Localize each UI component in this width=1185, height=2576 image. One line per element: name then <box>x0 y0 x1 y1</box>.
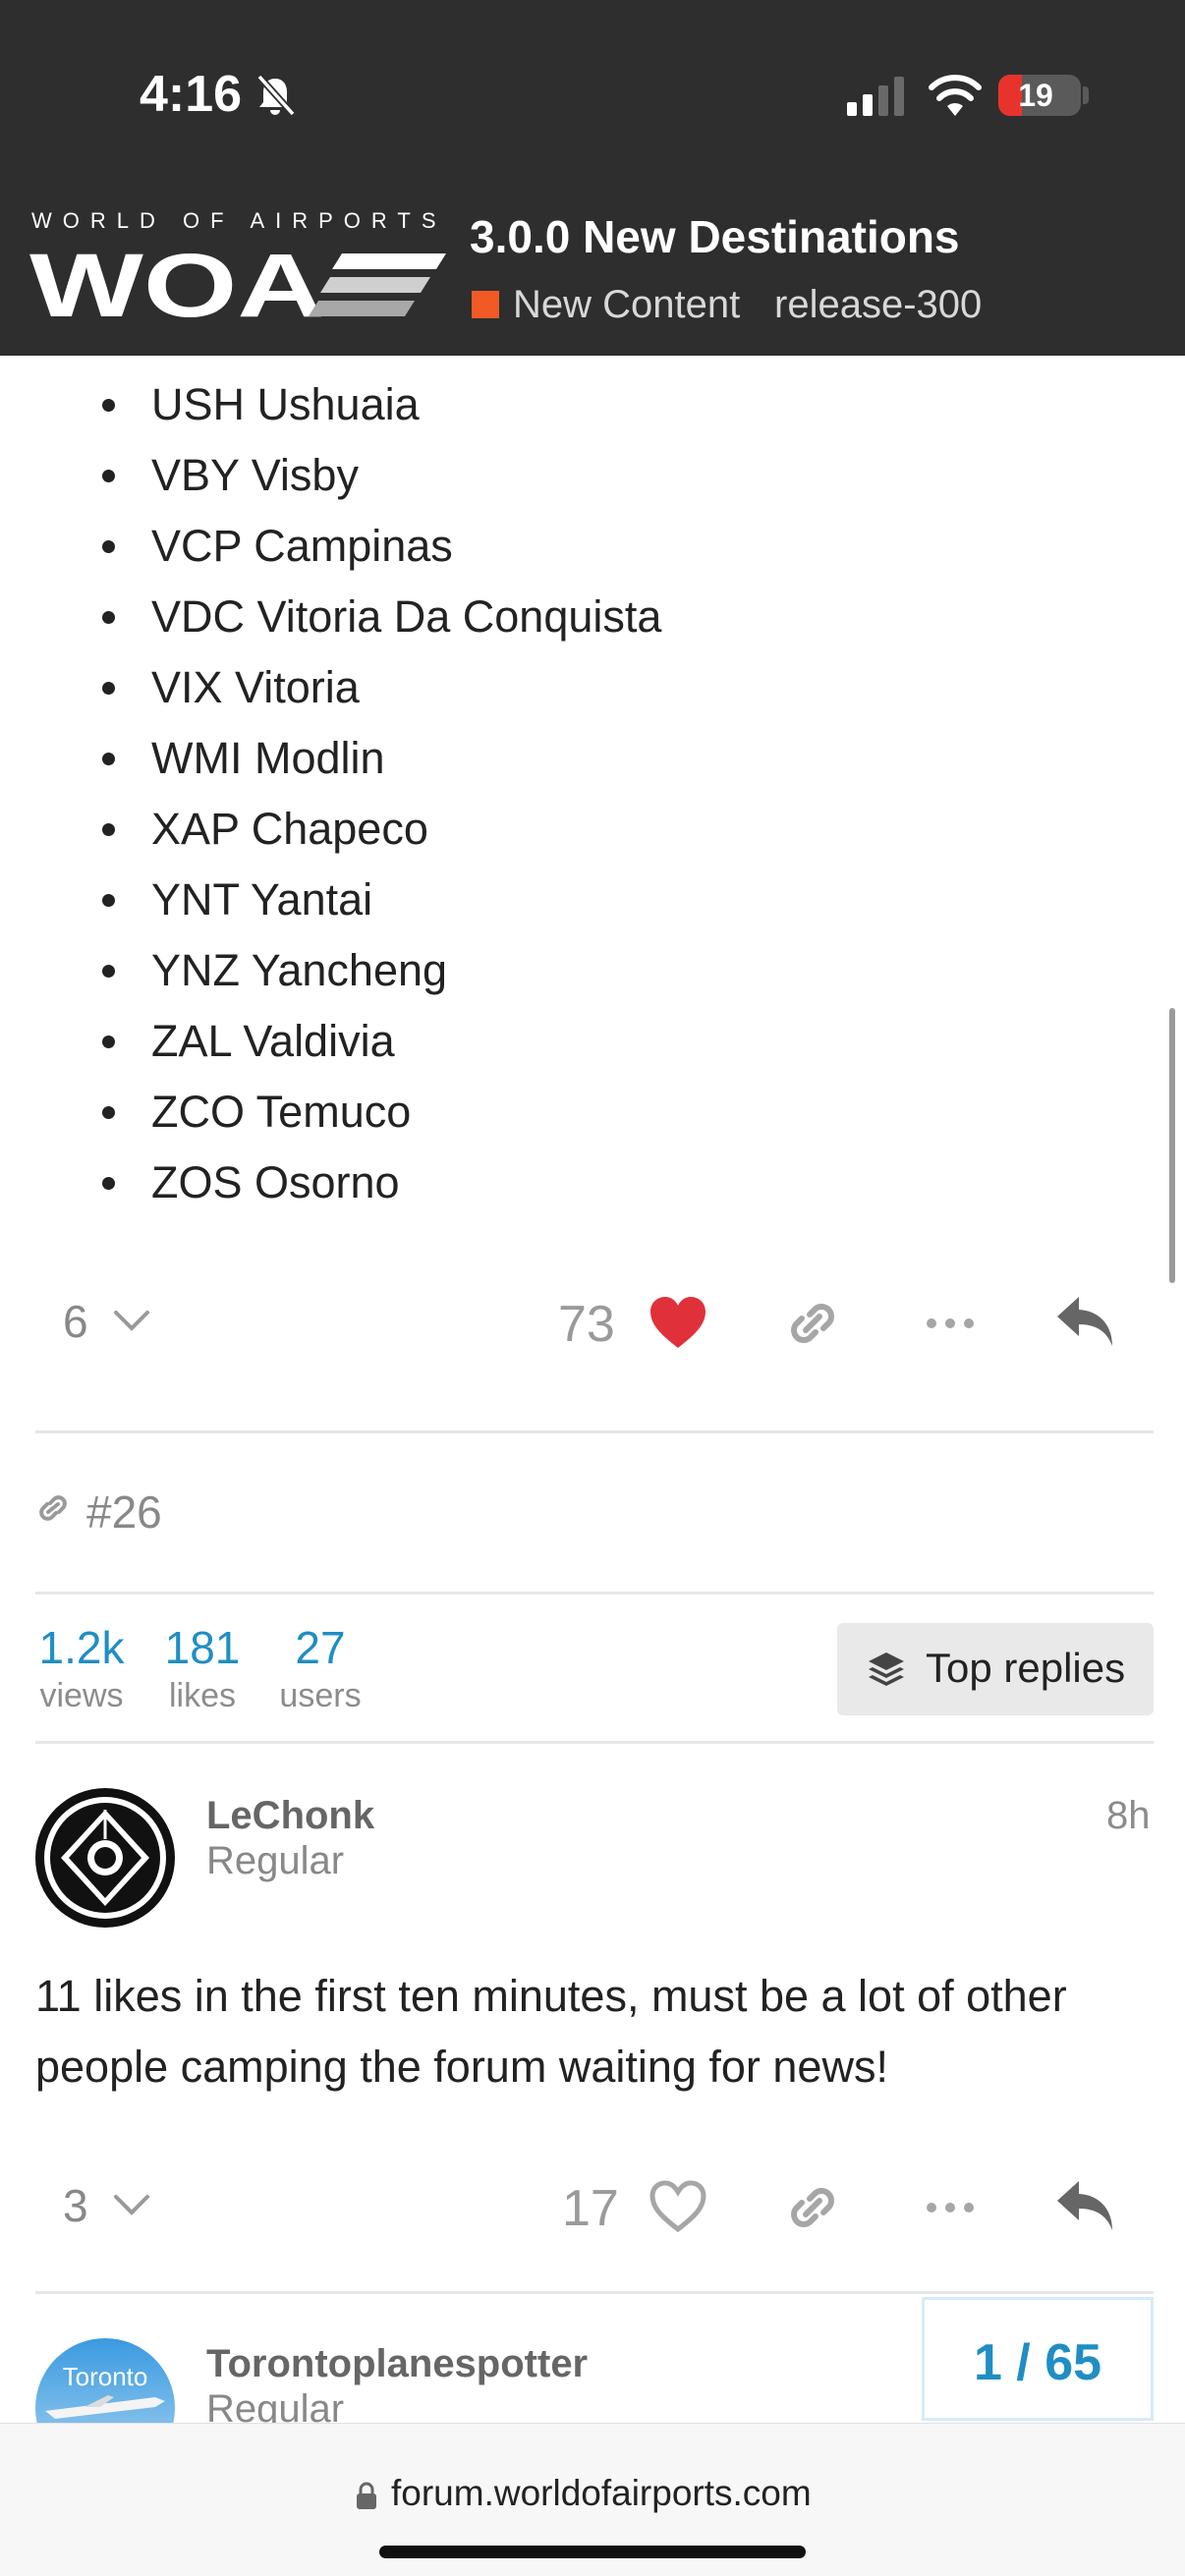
list-item: USH Ushuaia <box>0 369 1185 440</box>
list-item: XAP Chapeco <box>0 794 1185 865</box>
status-time: 4:16 <box>140 66 243 123</box>
link-icon[interactable] <box>784 1295 841 1352</box>
list-item: ZAL Valdivia <box>0 1006 1185 1077</box>
stat-likes: 181 likes <box>159 1621 246 1717</box>
post-username[interactable]: LeChonk <box>206 1794 374 1838</box>
chevron-down-icon[interactable] <box>112 1307 151 1336</box>
stat-value: 1.2k <box>38 1622 125 1673</box>
lock-icon <box>357 2482 376 2509</box>
likes-count[interactable]: 73 <box>558 1295 615 1354</box>
stat-value: 27 <box>295 1622 346 1673</box>
topic-progress-label: 1 / 65 <box>973 2334 1102 2391</box>
list-item: VCP Campinas <box>0 511 1185 582</box>
battery-cap <box>1083 86 1089 104</box>
top-replies-label: Top replies <box>926 1645 1126 1691</box>
bell-muted-icon <box>256 74 296 117</box>
status-bar: 4:16 19 <box>0 0 1185 187</box>
post-username[interactable]: Torontoplanespotter <box>206 2342 588 2386</box>
battery-indicator: 19 <box>998 75 1081 116</box>
post-divider <box>35 1741 1154 1744</box>
layers-icon <box>869 1652 904 1686</box>
airport-list: USH Ushuaia VBY Visby VCP Campinas VDC V… <box>0 369 1185 1218</box>
stat-views: 1.2k views <box>35 1621 128 1717</box>
battery-percent: 19 <box>1018 78 1053 113</box>
url-text[interactable]: forum.worldofairports.com <box>391 2473 812 2514</box>
stat-value: 181 <box>164 1622 241 1673</box>
logo-wordmark: WOA <box>29 248 324 322</box>
link-icon <box>39 1495 67 1521</box>
post-number: #26 <box>86 1486 162 1538</box>
user-title: Regular <box>206 1839 345 1882</box>
stat-label: users <box>279 1677 362 1714</box>
heart-filled-icon[interactable] <box>649 1295 707 1350</box>
category-color-badge <box>472 291 499 318</box>
topic-progress-button[interactable]: 1 / 65 <box>922 2297 1154 2421</box>
link-icon[interactable] <box>784 2179 841 2236</box>
list-item: YNZ Yancheng <box>0 935 1185 1006</box>
replies-count[interactable]: 3 <box>63 2179 88 2232</box>
category-link[interactable]: New Content <box>513 283 740 327</box>
cellular-signal-icon <box>847 77 904 116</box>
wifi-icon <box>929 75 982 116</box>
avatar-text: Toronto <box>63 2362 148 2391</box>
stat-users: 27 users <box>271 1621 369 1717</box>
list-item: ZCO Temuco <box>0 1077 1185 1148</box>
post-actions: 3 17 <box>0 2173 1185 2242</box>
more-options-icon[interactable] <box>924 2195 977 2220</box>
list-item: YNT Yantai <box>0 865 1185 935</box>
avatar[interactable] <box>35 1788 175 1928</box>
logo-tagline: WORLD OF AIRPORTS <box>31 208 447 233</box>
list-item: ZOS Osorno <box>0 1148 1185 1218</box>
list-item: VIX Vitoria <box>0 652 1185 723</box>
more-options-icon[interactable] <box>924 1311 977 1336</box>
tag-link[interactable]: release-300 <box>774 283 982 327</box>
scrollbar[interactable] <box>1169 1008 1175 1283</box>
post-body: 11 likes in the first ten minutes, must … <box>35 1971 1067 2092</box>
topic-title[interactable]: 3.0.0 New Destinations <box>470 210 960 263</box>
replies-count[interactable]: 6 <box>63 1295 88 1348</box>
home-indicator[interactable] <box>379 2546 806 2558</box>
post-divider <box>35 2291 1154 2294</box>
reply-icon[interactable] <box>1053 1293 1116 1350</box>
post-date[interactable]: 8h <box>1106 1794 1151 1838</box>
list-item: WMI Modlin <box>0 723 1185 794</box>
stat-label: likes <box>168 1677 237 1714</box>
list-item: VDC Vitoria Da Conquista <box>0 582 1185 652</box>
post-actions: 6 73 <box>0 1289 1185 1358</box>
chevron-down-icon[interactable] <box>112 2191 151 2220</box>
woa-logo[interactable]: WOA <box>29 248 446 322</box>
forum-header: WORLD OF AIRPORTS WOA 3.0.0 New Destinat… <box>0 187 1185 356</box>
top-replies-button[interactable]: Top replies <box>837 1623 1154 1715</box>
likes-count[interactable]: 17 <box>562 2179 619 2238</box>
browser-address-bar[interactable]: forum.worldofairports.com <box>0 2423 1185 2576</box>
stat-label: views <box>39 1677 124 1714</box>
heart-outline-icon[interactable] <box>649 2179 707 2234</box>
stats-divider <box>35 1592 1154 1595</box>
list-item: VBY Visby <box>0 440 1185 511</box>
reply-icon[interactable] <box>1053 2177 1116 2234</box>
post-divider <box>35 1430 1154 1433</box>
